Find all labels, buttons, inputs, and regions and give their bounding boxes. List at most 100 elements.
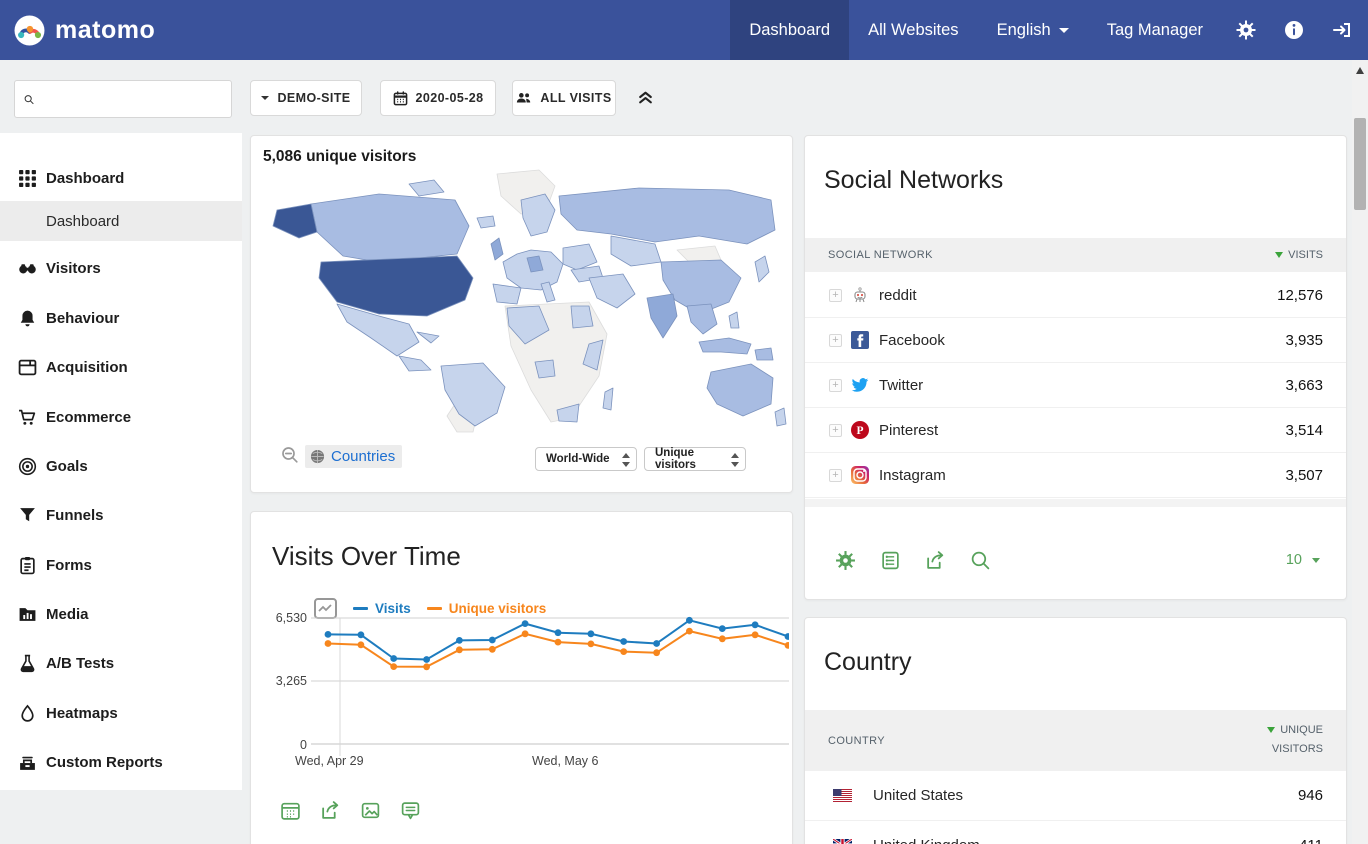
- country-indonesia: [699, 338, 751, 354]
- expand-plus-icon[interactable]: +: [829, 379, 842, 392]
- sidebar-subitem-dashboard[interactable]: Dashboard: [0, 201, 242, 241]
- search-icon: [24, 91, 34, 108]
- country-table-header: COUNTRY UNIQUE VISITORS: [805, 710, 1346, 771]
- table-row-instagram[interactable]: + Instagram 3,507: [805, 453, 1346, 498]
- page-scrollbar[interactable]: [1352, 60, 1368, 844]
- dashboard-grid-icon: [18, 169, 37, 188]
- matomo-logo[interactable]: matomo: [0, 15, 155, 46]
- sidebar-item-media[interactable]: Media: [0, 602, 242, 626]
- date-range-button[interactable]: 2020-05-28: [380, 80, 496, 116]
- sidebar-item-behaviour[interactable]: Behaviour: [0, 306, 242, 330]
- row-label: Twitter: [879, 377, 923, 394]
- calendar-icon[interactable]: [280, 800, 301, 821]
- arctic-islands: [409, 180, 444, 196]
- sidebar-item-goals[interactable]: Goals: [0, 454, 242, 478]
- instagram-icon: [851, 466, 869, 484]
- sidebar-item-forms[interactable]: Forms: [0, 553, 242, 577]
- pinterest-icon: P: [851, 421, 869, 439]
- row-label: Facebook: [879, 332, 945, 349]
- row-label: reddit: [879, 287, 917, 304]
- table-row-reddit[interactable]: + reddit 12,576: [805, 273, 1346, 318]
- map-countries[interactable]: [273, 170, 786, 432]
- row-label: Pinterest: [879, 422, 938, 439]
- sidebar-item-funnels[interactable]: Funnels: [0, 503, 242, 527]
- sidebar-item-dashboard[interactable]: Dashboard: [0, 166, 242, 190]
- country-column-unique-visitors[interactable]: UNIQUE: [1267, 724, 1323, 736]
- visitors-label: VISITORS: [1272, 743, 1323, 755]
- unique-label: UNIQUE: [1280, 724, 1323, 736]
- site-selector-button[interactable]: DEMO-SITE: [250, 80, 362, 116]
- export-icon[interactable]: [320, 800, 341, 821]
- social-column-visits[interactable]: VISITS: [1275, 249, 1323, 261]
- row-limit-value: 10: [1286, 552, 1302, 568]
- expand-plus-icon[interactable]: +: [829, 334, 842, 347]
- scroll-up-arrow-icon[interactable]: [1356, 67, 1364, 74]
- expand-plus-icon[interactable]: +: [829, 289, 842, 302]
- social-column-name[interactable]: SOCIAL NETWORK: [828, 249, 933, 261]
- country-russia: [559, 188, 775, 244]
- country-cuba: [417, 332, 439, 343]
- map-metric-value: Unique visitors: [655, 447, 725, 471]
- nav-language-selector[interactable]: English: [978, 0, 1088, 60]
- export-icon[interactable]: [925, 550, 946, 571]
- visits-line-chart[interactable]: [311, 612, 789, 762]
- sidebar-item-visitors[interactable]: Visitors: [0, 256, 242, 280]
- table-row-twitter[interactable]: + Twitter 3,663: [805, 363, 1346, 408]
- uk-flag-icon: [833, 839, 852, 844]
- row-label: United States: [873, 787, 963, 804]
- nav-language-label: English: [997, 21, 1051, 40]
- table-row-united-states[interactable]: United States 946: [805, 771, 1346, 821]
- search-icon[interactable]: [970, 550, 991, 571]
- country-column-name[interactable]: COUNTRY: [828, 735, 885, 747]
- countries-report-link[interactable]: Countries: [305, 445, 402, 468]
- sort-desc-icon: [1275, 252, 1283, 258]
- x-tick-may6: Wed, May 6: [532, 754, 598, 768]
- se-asia: [687, 304, 717, 334]
- sidebar-item-acquisition[interactable]: Acquisition: [0, 355, 242, 379]
- sidebar-item-heatmaps[interactable]: Heatmaps: [0, 701, 242, 725]
- visits-over-time-widget: Visits Over Time Visits Unique visitors …: [250, 511, 793, 844]
- map-zoom-out-icon[interactable]: [281, 446, 299, 464]
- sidebar-item-ecommerce[interactable]: Ecommerce: [0, 405, 242, 429]
- image-export-icon[interactable]: [360, 800, 381, 821]
- map-region-select[interactable]: World-Wide: [535, 447, 637, 471]
- row-value: 12,576: [1277, 287, 1323, 304]
- unique-visitors-series-dash: [427, 607, 442, 610]
- collapse-chevrons-icon[interactable]: [637, 88, 654, 106]
- segment-selector-button[interactable]: ALL VISITS: [512, 80, 616, 116]
- scrollbar-thumb[interactable]: [1354, 118, 1366, 210]
- country-madagascar: [603, 388, 613, 410]
- row-limit-selector[interactable]: 10: [1286, 552, 1320, 568]
- chart-footer-actions: [280, 800, 421, 821]
- eastern-europe: [563, 244, 597, 270]
- social-footer-actions: [835, 550, 991, 571]
- sidebar-label: Funnels: [46, 507, 104, 524]
- help-info-icon[interactable]: [1284, 20, 1304, 40]
- table-settings-gear-icon[interactable]: [835, 550, 856, 571]
- row-value: 3,935: [1285, 332, 1323, 349]
- country-egypt: [571, 306, 593, 328]
- sidebar-item-custom-reports[interactable]: Custom Reports: [0, 750, 242, 774]
- sign-out-icon[interactable]: [1332, 20, 1352, 40]
- nav-dashboard[interactable]: Dashboard: [730, 0, 849, 60]
- table-row-facebook[interactable]: + Facebook 3,935: [805, 318, 1346, 363]
- top-navbar: matomo Dashboard All Websites English Ta…: [0, 0, 1368, 60]
- nav-tag-manager[interactable]: Tag Manager: [1088, 0, 1222, 60]
- nav-all-websites[interactable]: All Websites: [849, 0, 977, 60]
- settings-gear-icon[interactable]: [1236, 20, 1256, 40]
- expand-plus-icon[interactable]: +: [829, 424, 842, 437]
- sidebar-label: Forms: [46, 557, 92, 574]
- table-row-pinterest[interactable]: + P Pinterest 3,514: [805, 408, 1346, 453]
- expand-plus-icon[interactable]: +: [829, 469, 842, 482]
- segment-label: ALL VISITS: [540, 91, 611, 105]
- us-flag-icon: [833, 789, 852, 802]
- visits-column-label: VISITS: [1288, 249, 1323, 261]
- country-uk: [491, 238, 503, 260]
- table-view-icon[interactable]: [880, 550, 901, 571]
- sidebar-item-ab-tests[interactable]: A/B Tests: [0, 651, 242, 675]
- table-row-united-kingdom[interactable]: United Kingdom 411: [805, 821, 1346, 844]
- annotations-icon[interactable]: [400, 800, 421, 821]
- map-metric-select[interactable]: Unique visitors: [644, 447, 746, 471]
- search-input[interactable]: [34, 91, 231, 107]
- select-arrows-icon: [622, 452, 630, 468]
